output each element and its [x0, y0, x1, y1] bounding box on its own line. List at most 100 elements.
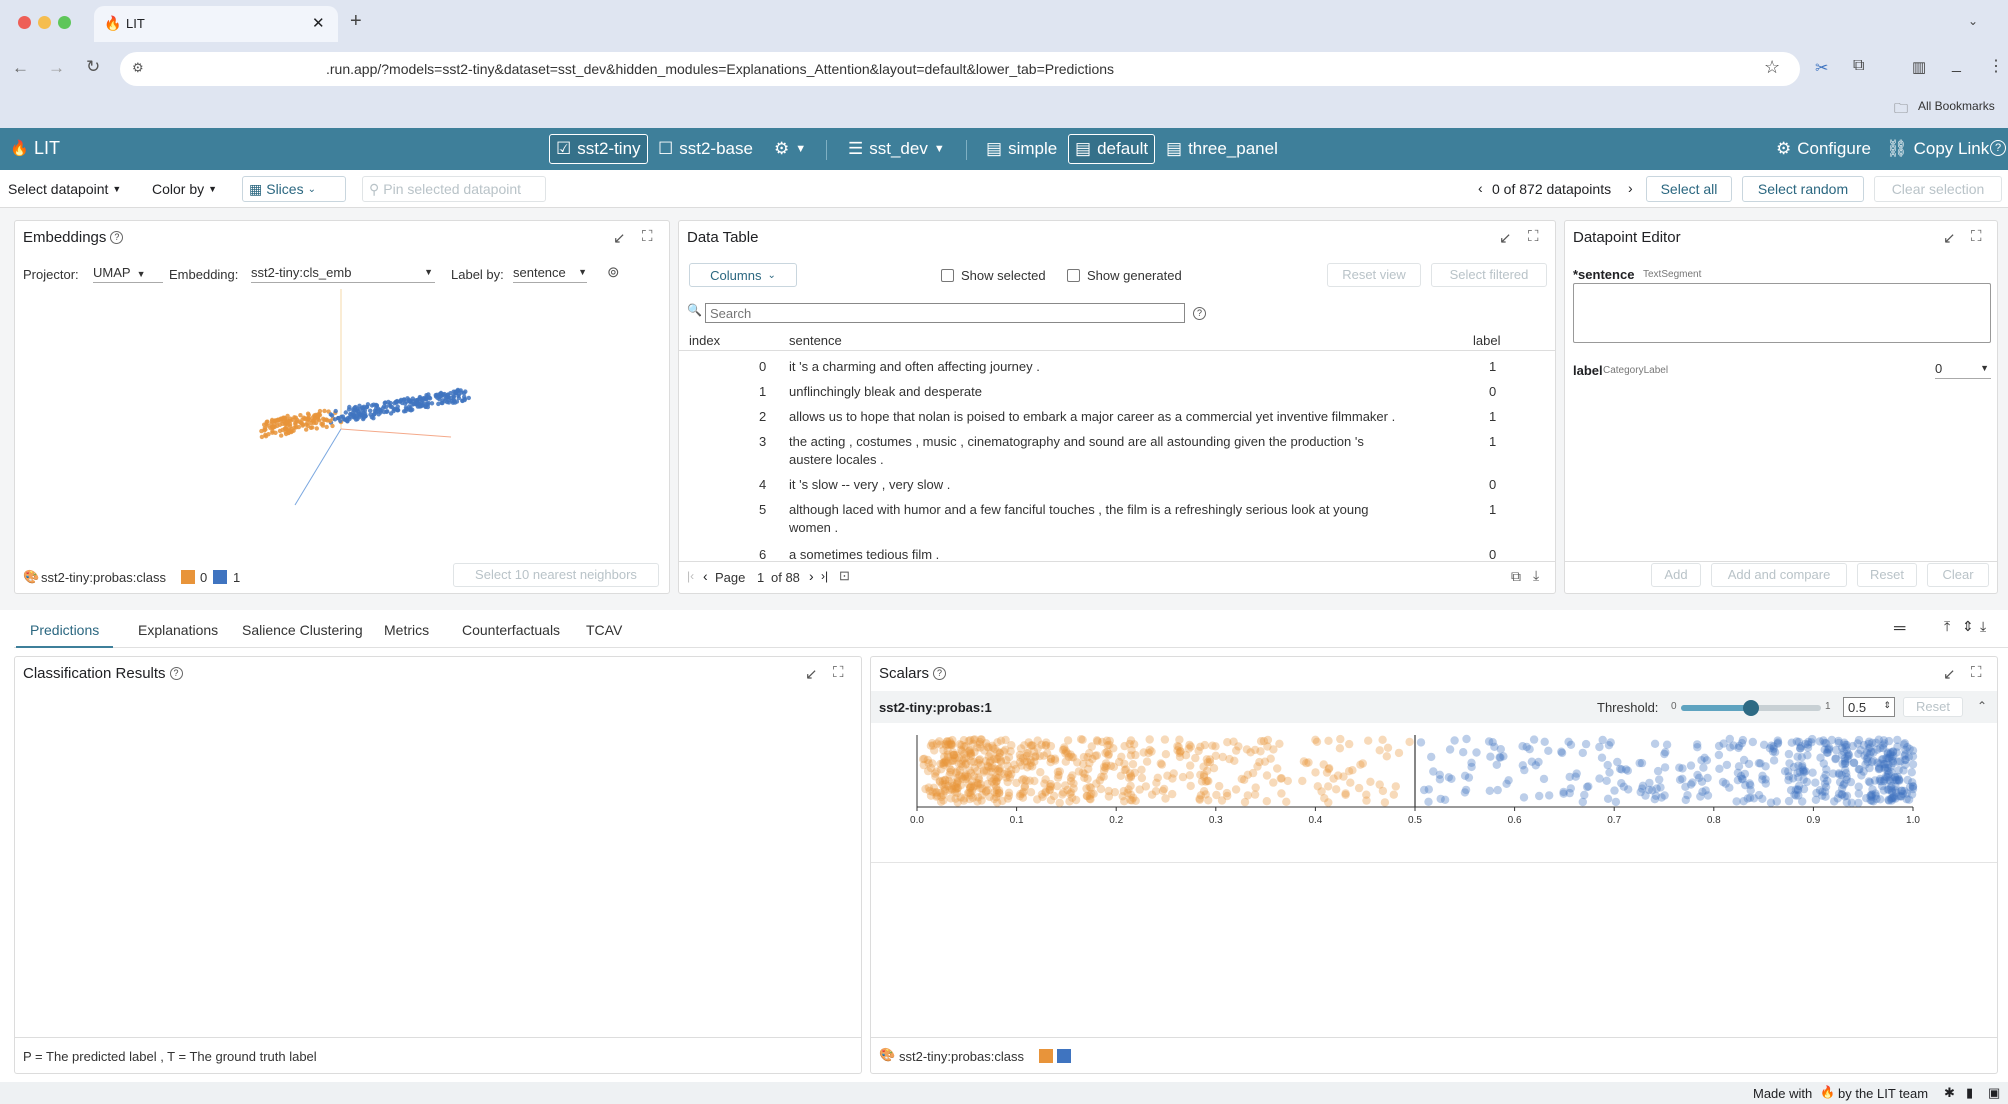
scalar-point[interactable]	[1820, 787, 1830, 796]
scalar-point[interactable]	[974, 779, 983, 788]
scalar-point[interactable]	[1846, 777, 1856, 787]
scalar-point[interactable]	[1529, 735, 1539, 744]
scalar-point[interactable]	[1754, 759, 1764, 768]
prev-page-icon[interactable]: ‹	[703, 568, 708, 584]
scalar-point[interactable]	[1200, 740, 1209, 750]
select-all-button[interactable]: Select all	[1646, 176, 1732, 202]
maximize-window-icon[interactable]	[58, 16, 71, 29]
scalar-point[interactable]	[1823, 776, 1832, 786]
scalar-point[interactable]	[1815, 737, 1824, 746]
scalar-point[interactable]	[1256, 737, 1266, 746]
scalar-point[interactable]	[1004, 788, 1014, 797]
scalar-point[interactable]	[1908, 760, 1918, 769]
minimize-icon[interactable]: _	[1952, 56, 1961, 74]
scalar-point[interactable]	[1766, 798, 1776, 807]
scalar-point[interactable]	[1650, 739, 1660, 748]
tab-explanations[interactable]: Explanations	[138, 622, 218, 648]
scalar-point[interactable]	[1834, 769, 1844, 778]
help-icon[interactable]: ?	[1193, 307, 1206, 320]
scalar-point[interactable]	[1063, 736, 1073, 745]
scalar-point[interactable]	[1819, 759, 1828, 768]
scalar-point[interactable]	[1472, 748, 1481, 757]
scalar-point[interactable]	[1604, 741, 1614, 750]
scalar-point[interactable]	[1076, 735, 1086, 744]
scalar-point[interactable]	[1066, 788, 1076, 797]
scalar-point[interactable]	[1137, 773, 1147, 783]
scalar-point[interactable]	[1610, 786, 1619, 795]
scalar-point[interactable]	[1784, 796, 1794, 806]
scalar-point[interactable]	[1683, 791, 1692, 800]
scalar-point[interactable]	[1250, 790, 1260, 799]
scalar-point[interactable]	[1834, 789, 1844, 798]
scissors-icon[interactable]: ✂	[1815, 58, 1828, 78]
clear-button[interactable]: Clear	[1927, 563, 1989, 587]
scalar-point[interactable]	[1540, 737, 1549, 746]
align-top-icon[interactable]: ⤒	[1944, 618, 1950, 635]
legend-swatch-1[interactable]	[1057, 1049, 1071, 1063]
scalar-point[interactable]	[1053, 781, 1062, 791]
scalar-point[interactable]	[939, 796, 948, 805]
scalar-point[interactable]	[1697, 777, 1707, 786]
scalar-point[interactable]	[1758, 794, 1767, 803]
scalar-point[interactable]	[1382, 752, 1391, 761]
scalar-point[interactable]	[1888, 747, 1898, 757]
scalar-point[interactable]	[1364, 736, 1373, 745]
model-sst2-base[interactable]: ☐ sst2-base	[652, 134, 759, 164]
scalar-point[interactable]	[1738, 775, 1747, 784]
scalar-point[interactable]	[1855, 765, 1864, 774]
scalar-point[interactable]	[1761, 775, 1770, 784]
scalar-point[interactable]	[1531, 761, 1540, 770]
scalar-plot[interactable]: 0.0 0.1 0.2 0.3 0.4 0.5 0.6 0.7 0.8 0.9 1.0	[871, 727, 1997, 847]
scalar-point[interactable]	[1769, 756, 1779, 765]
scalar-point[interactable]	[1580, 790, 1589, 800]
scalar-point[interactable]	[1378, 786, 1388, 796]
scalar-point[interactable]	[1797, 753, 1806, 762]
embedding-plot[interactable]	[15, 289, 671, 539]
scalar-point[interactable]	[1780, 767, 1790, 776]
scalar-point[interactable]	[932, 767, 941, 776]
scalar-point[interactable]	[1675, 775, 1685, 784]
scalar-point[interactable]	[1637, 784, 1647, 793]
columns-button[interactable]: Columns ⌄	[689, 263, 797, 287]
model-settings-dropdown[interactable]: ⚙ ▼	[768, 134, 812, 164]
scalar-point[interactable]	[1876, 795, 1885, 804]
copy-link-button[interactable]: ⛓ Copy Link	[1880, 134, 1995, 164]
scalar-point[interactable]	[1199, 772, 1209, 781]
scalar-point[interactable]	[987, 767, 996, 777]
minimize-panel-icon[interactable]: ↙	[1943, 229, 1956, 247]
scalar-point[interactable]	[1518, 761, 1527, 770]
side-panel-icon[interactable]: ▥	[1912, 58, 1926, 76]
slices-button[interactable]: ▦ Slices ⌄	[242, 176, 346, 202]
scalar-point[interactable]	[1153, 773, 1162, 782]
column-header-label[interactable]: label	[1473, 333, 1500, 348]
scalar-point[interactable]	[1681, 782, 1690, 791]
layout-simple[interactable]: ▤ simple	[980, 134, 1063, 164]
scalar-point[interactable]	[1895, 775, 1904, 784]
tab-predictions[interactable]: Predictions	[16, 622, 114, 648]
scalar-point[interactable]	[1145, 735, 1154, 744]
scalar-point[interactable]	[1262, 797, 1271, 806]
bug-icon[interactable]: ✱	[1944, 1085, 1955, 1101]
page-menu-icon[interactable]: ⊡	[839, 568, 850, 584]
scalar-point[interactable]	[1901, 750, 1910, 759]
scalar-point[interactable]	[1675, 763, 1684, 772]
scalar-point[interactable]	[1908, 746, 1918, 755]
threshold-input[interactable]: 0.5 ⇕	[1843, 697, 1895, 717]
scalar-point[interactable]	[1838, 759, 1847, 769]
scalar-point[interactable]	[1887, 767, 1896, 777]
menu-icon[interactable]: ⋮	[1988, 56, 2004, 76]
legend-swatch-0[interactable]	[181, 570, 195, 584]
align-middle-icon[interactable]: ⇕	[1962, 618, 1974, 635]
color-by-dropdown[interactable]: Color by ▼	[146, 176, 223, 202]
scalar-point[interactable]	[1660, 749, 1669, 759]
scalar-point[interactable]	[1492, 760, 1501, 769]
scalar-point[interactable]	[1058, 745, 1068, 755]
scalar-point[interactable]	[1880, 739, 1889, 748]
scalar-point[interactable]	[948, 748, 958, 757]
scalar-point[interactable]	[1087, 742, 1096, 751]
back-icon[interactable]: ←	[12, 58, 29, 78]
stepper-icon[interactable]: ⇕	[1883, 700, 1891, 711]
scalar-point[interactable]	[1223, 791, 1232, 801]
scalar-point[interactable]	[1597, 753, 1607, 762]
scalar-point[interactable]	[969, 735, 978, 744]
